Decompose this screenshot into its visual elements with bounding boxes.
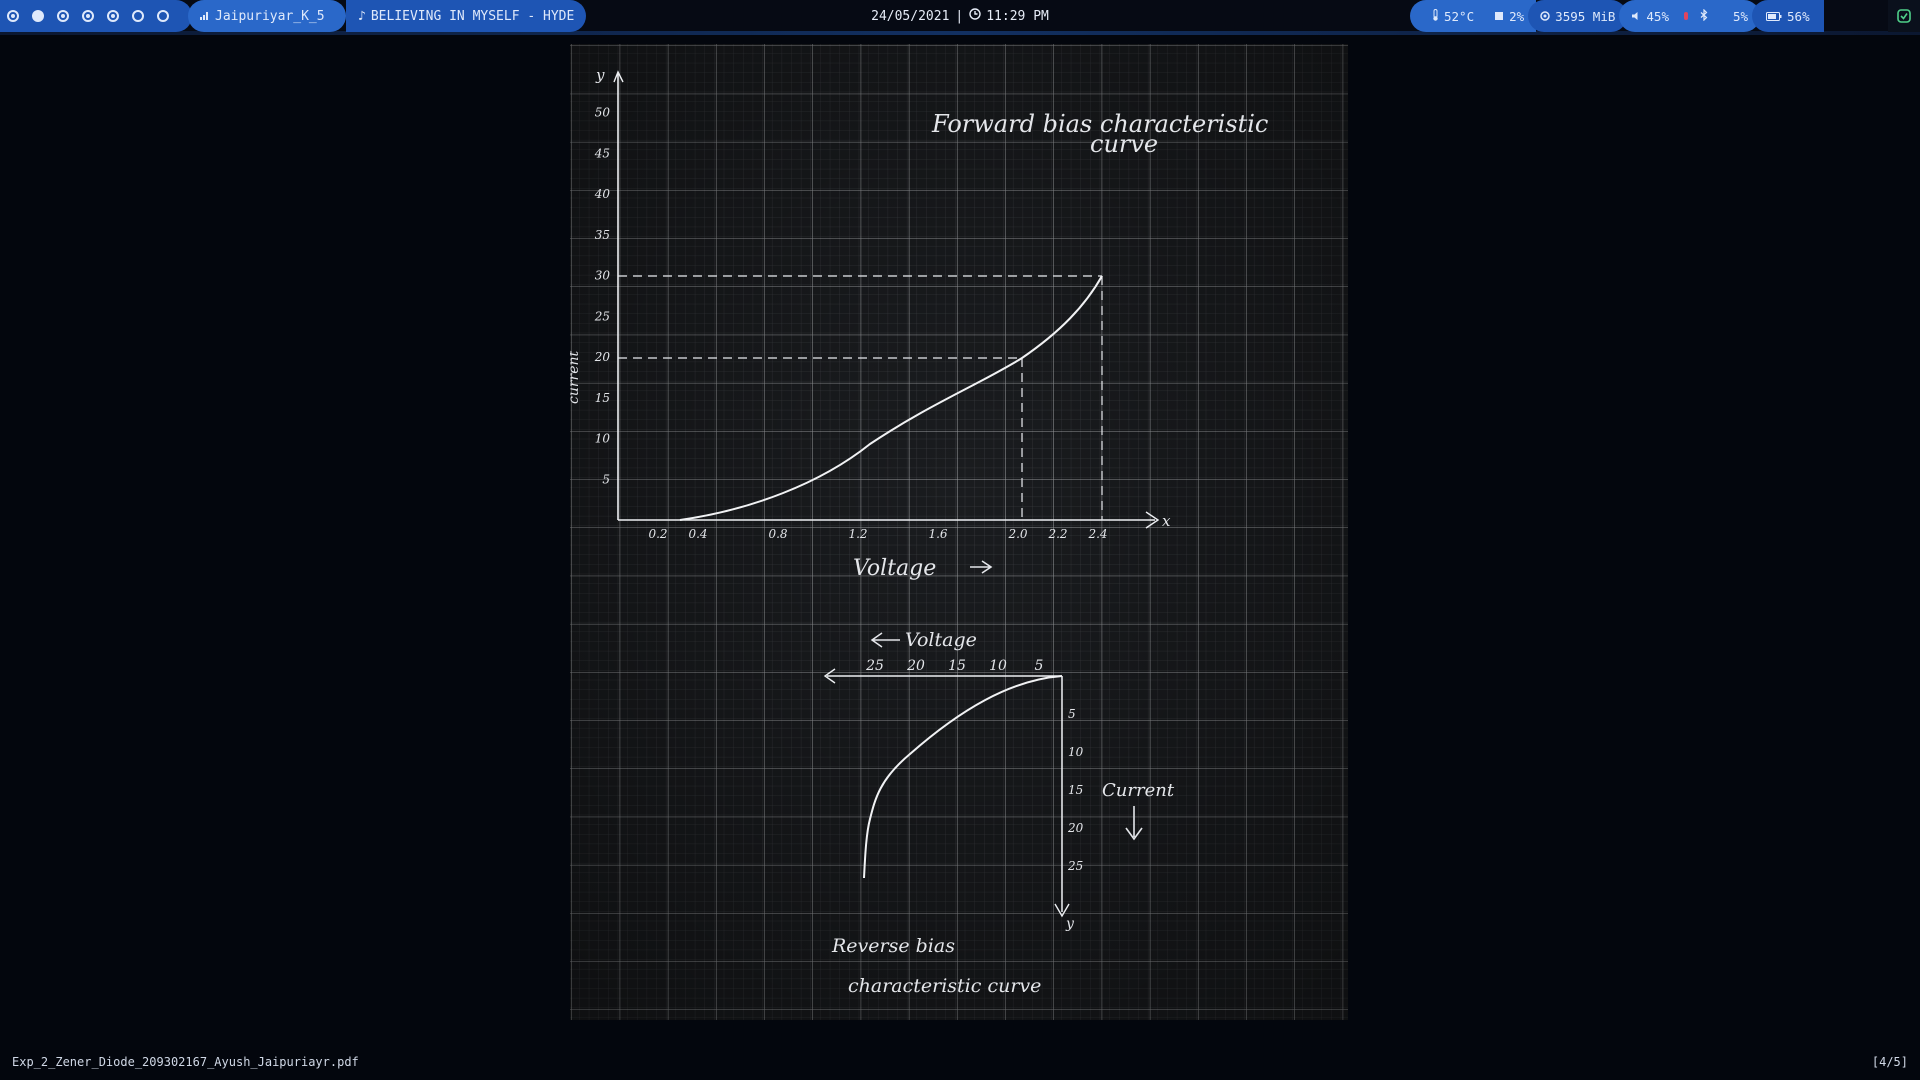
forward-x-tick-label: 2.4	[1087, 527, 1107, 541]
forward-x-tick-label: 0.2	[648, 527, 667, 541]
forward-y-tick-label: 10	[595, 432, 611, 446]
pdf-page[interactable]: y x 5 10 15 20 25 30 35 40 45 50 0.2 0.4 0.8 1.2 1.6 2…	[570, 44, 1348, 1020]
workspace-3-button[interactable]	[57, 10, 69, 22]
cpu-icon	[1494, 9, 1504, 24]
music-widget[interactable]: ♪ BELIEVING IN MYSELF - HYDE	[346, 0, 586, 32]
x-axis-label: Voltage	[853, 556, 936, 581]
workspace-2-button[interactable]	[32, 10, 44, 22]
workspace-5-button[interactable]	[107, 10, 119, 22]
reverse-y-tick-label: 25	[1067, 859, 1083, 873]
thermometer-icon	[1432, 8, 1439, 24]
forward-y-tick-label: 50	[595, 106, 611, 120]
network-widget[interactable]: Jaipuriyar_K_5	[188, 0, 346, 32]
app-tray-icon	[1897, 9, 1911, 23]
document-filename: Exp_2_Zener_Diode_209302167_Ayush_Jaipur…	[12, 1055, 359, 1069]
moon-brightness-icon	[1719, 9, 1728, 24]
system-tray-widgets: 52°C 2% 3595 MiB 45% 5% 56%	[1410, 0, 1888, 32]
forward-y-tick-label: 40	[594, 187, 611, 201]
network-name: Jaipuriyar_K_5	[215, 8, 325, 24]
forward-x-tick-label: 2.0	[1007, 527, 1027, 541]
tray-app-icon[interactable]	[1888, 0, 1920, 32]
forward-x-tick-label: 0.8	[768, 527, 787, 541]
temperature-cpu-widget[interactable]: 52°C 2%	[1410, 0, 1537, 32]
battery-icon	[1766, 9, 1782, 24]
forward-y-tick-label: 35	[595, 228, 610, 242]
bluetooth-icon[interactable]	[1700, 8, 1708, 24]
forward-y-tick-label: 15	[595, 391, 610, 405]
clock-separator: |	[955, 8, 964, 24]
memory-icon	[1540, 9, 1550, 24]
reverse-x-tick-label: 15	[948, 658, 966, 674]
graph-paper-scan: y x 5 10 15 20 25 30 35 40 45 50 0.2 0.4 0.8 1.2 1.6 2…	[570, 44, 1348, 1020]
time-text: 11:29 PM	[986, 8, 1049, 24]
reverse-x-tick-label: 10	[989, 658, 1007, 674]
battery-value: 56%	[1787, 8, 1810, 24]
music-note-icon: ♪	[358, 8, 366, 24]
forward-x-tick-label: 0.4	[688, 527, 707, 541]
signal-icon	[200, 9, 210, 24]
workspace-switcher	[0, 0, 192, 32]
brightness-value: 5%	[1732, 8, 1749, 24]
memory-widget[interactable]: 3595 MiB	[1528, 0, 1628, 32]
cpu-value: 2%	[1509, 8, 1525, 24]
volume-icon	[1631, 9, 1641, 24]
forward-y-tick-label: 25	[594, 309, 610, 323]
reverse-caption-line1: Reverse bias	[831, 935, 955, 957]
battery-widget[interactable]: 56%	[1752, 0, 1824, 32]
workspace-6-button[interactable]	[132, 10, 144, 22]
reverse-y-symbol: y	[1065, 916, 1075, 932]
forward-y-tick-label: 45	[594, 146, 610, 160]
forward-y-tick-label: 5	[602, 472, 610, 486]
page-indicator: [4/5]	[1871, 1055, 1908, 1069]
reverse-x-tick-label: 20	[906, 658, 925, 674]
date-text: 24/05/2021	[871, 8, 950, 24]
volume-brightness-widget[interactable]: 45% 5%	[1619, 0, 1761, 32]
y-axis-label: current	[570, 350, 582, 404]
reverse-x-tick-label: 25	[865, 658, 884, 674]
workspace-7-button[interactable]	[157, 10, 169, 22]
y-symbol: y	[595, 66, 605, 84]
reverse-y-tick-label: 15	[1068, 783, 1083, 797]
music-title: BELIEVING IN MYSELF - HYDE	[370, 8, 575, 24]
clock-icon	[969, 8, 981, 24]
workspace-4-button[interactable]	[82, 10, 94, 22]
reverse-x-tick-label: 5	[1035, 658, 1044, 674]
temperature-value: 52°C	[1444, 8, 1475, 24]
workspace-1-button[interactable]	[7, 10, 19, 22]
reverse-y-tick-label: 20	[1067, 821, 1084, 835]
reverse-voltage-label: Voltage	[905, 629, 977, 651]
forward-x-tick-label: 1.6	[928, 527, 947, 541]
reverse-current-label: Current	[1102, 780, 1175, 801]
forward-x-tick-label: 1.2	[848, 527, 867, 541]
forward-x-tick-label: 2.2	[1047, 527, 1067, 541]
clock-widget[interactable]: 24/05/2021 | 11:29 PM	[860, 0, 1060, 32]
memory-value: 3595 MiB	[1555, 8, 1616, 24]
x-symbol: x	[1162, 512, 1171, 530]
reverse-caption-line2: characteristic curve	[848, 975, 1041, 997]
forward-y-tick-label: 20	[594, 350, 611, 364]
volume-value: 45%	[1646, 8, 1669, 24]
reverse-y-tick-label: 10	[1068, 745, 1084, 759]
record-indicator-icon	[1683, 9, 1689, 24]
reverse-y-tick-label: 5	[1068, 707, 1076, 721]
forward-title-line2: curve	[1090, 130, 1158, 158]
forward-y-tick-label: 30	[595, 269, 611, 283]
